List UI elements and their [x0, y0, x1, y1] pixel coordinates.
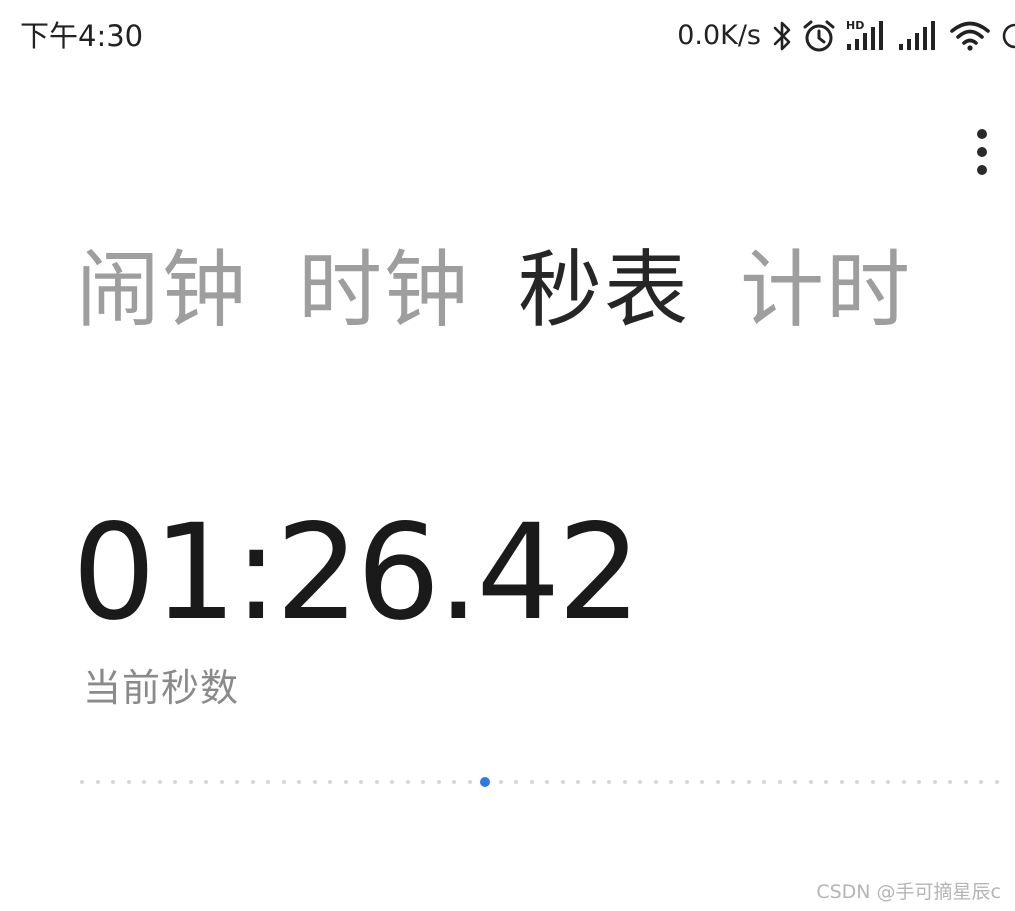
- more-vert-icon: [977, 129, 987, 175]
- second-dot: [545, 780, 549, 784]
- bluetooth-icon: [771, 18, 793, 54]
- second-dot: [328, 780, 332, 784]
- second-dot: [281, 780, 286, 784]
- second-dot: [95, 780, 100, 784]
- tab-timer[interactable]: 计时: [740, 240, 912, 340]
- second-dot: [111, 780, 115, 784]
- second-dot: [963, 780, 968, 784]
- second-dot: [297, 780, 301, 784]
- second-dot: [204, 780, 208, 784]
- second-dot: [219, 780, 224, 784]
- battery-icon: [999, 18, 1015, 54]
- second-dot: [514, 780, 518, 784]
- second-dot: [824, 780, 828, 784]
- second-dot: [312, 780, 317, 784]
- status-icons: 0.0K/s HD: [677, 16, 1015, 56]
- second-dot: [142, 780, 146, 784]
- second-dot: [762, 780, 766, 784]
- second-dot: [638, 780, 642, 784]
- second-dot: [157, 780, 162, 784]
- second-dot: [374, 780, 379, 784]
- second-dot-indicator: [80, 772, 1005, 792]
- second-dot: [343, 780, 348, 784]
- second-dot: [653, 780, 658, 784]
- second-dot: [855, 780, 859, 784]
- wifi-icon: [949, 18, 991, 54]
- second-dot: [250, 780, 255, 784]
- second-dot: [498, 780, 503, 784]
- second-dot: [684, 780, 689, 784]
- tab-bar: 闹钟 时钟 秒表 计时: [76, 240, 956, 340]
- second-dot: [886, 780, 890, 784]
- second-dot: [932, 780, 937, 784]
- status-bar: 下午4:30 0.0K/s HD: [0, 0, 1015, 72]
- second-dot: [793, 780, 797, 784]
- alarm-icon: [801, 18, 837, 54]
- hd-signal-icon: HD: [845, 18, 889, 54]
- watermark: CSDN @手可摘星辰c: [816, 881, 1001, 903]
- tab-clock[interactable]: 时钟: [298, 240, 470, 340]
- second-dot: [777, 780, 782, 784]
- stopwatch-caption: 当前秒数: [83, 666, 240, 710]
- second-dot: [948, 780, 952, 784]
- tab-alarm[interactable]: 闹钟: [76, 240, 248, 340]
- second-dot: [405, 780, 410, 784]
- second-dot: [421, 780, 425, 784]
- second-dot: [808, 780, 813, 784]
- second-dot: [669, 780, 673, 784]
- second-dot: [607, 780, 611, 784]
- second-dot: [173, 780, 177, 784]
- second-dot: [126, 780, 131, 784]
- second-dot: [452, 780, 456, 784]
- more-options-button[interactable]: [960, 126, 1004, 178]
- second-dot: [917, 780, 921, 784]
- second-dot: [80, 780, 84, 784]
- second-dot: [390, 780, 394, 784]
- second-dot: [188, 780, 193, 784]
- second-dot: [529, 780, 534, 784]
- second-dot: [901, 780, 906, 784]
- second-dot: [731, 780, 735, 784]
- second-dot: [622, 780, 627, 784]
- signal-icon: [897, 18, 941, 54]
- second-dot: [467, 780, 472, 784]
- stopwatch-time: 01:26.42: [72, 496, 641, 650]
- second-dot: [560, 780, 565, 784]
- second-dot: [870, 780, 875, 784]
- second-dot: [436, 780, 441, 784]
- tab-stopwatch[interactable]: 秒表: [518, 240, 690, 340]
- second-dot: [979, 780, 983, 784]
- second-dot: [235, 780, 239, 784]
- status-time: 下午4:30: [20, 19, 144, 53]
- second-dot: [746, 780, 751, 784]
- second-dot: [715, 780, 720, 784]
- current-second-dot: [480, 777, 490, 787]
- second-dot: [839, 780, 844, 784]
- second-dot: [994, 780, 999, 784]
- svg-text:HD: HD: [846, 19, 864, 32]
- network-speed: 0.0K/s: [677, 20, 761, 51]
- second-dot: [266, 780, 270, 784]
- second-dot: [700, 780, 704, 784]
- second-dot: [576, 780, 580, 784]
- second-dot: [591, 780, 596, 784]
- second-dot: [359, 780, 363, 784]
